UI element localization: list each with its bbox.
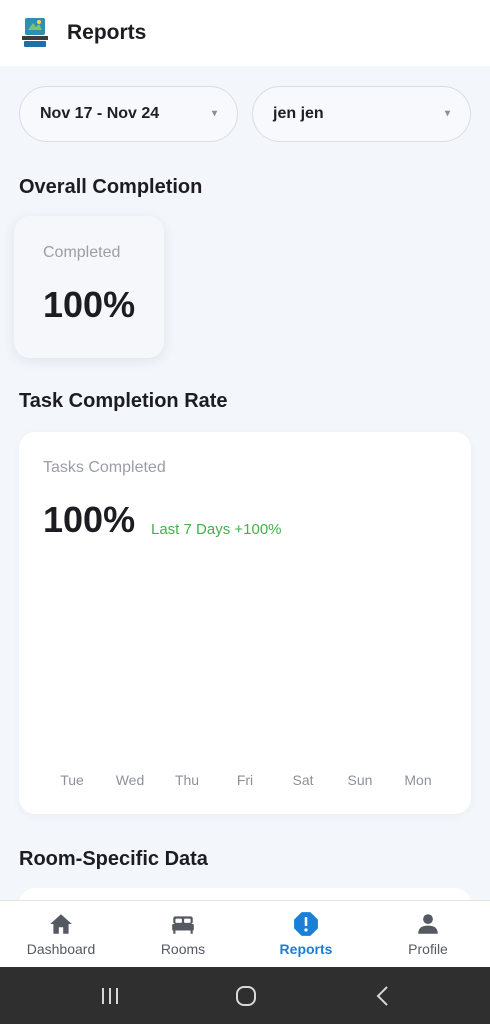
- nav-rooms[interactable]: Rooms: [122, 901, 244, 968]
- nav-reports-label: Reports: [279, 941, 333, 957]
- bottom-nav: Dashboard Rooms Reports Profile: [0, 900, 490, 967]
- overall-completion-title: Overall Completion: [19, 176, 203, 198]
- nav-rooms-label: Rooms: [160, 941, 206, 957]
- system-nav-bar: [0, 967, 490, 1024]
- nav-reports[interactable]: Reports: [245, 901, 367, 968]
- person-icon: [418, 914, 438, 934]
- home-button-icon[interactable]: [233, 983, 259, 1009]
- date-range-value: Nov 17 - Nov 24: [40, 105, 160, 122]
- completed-label: Completed: [43, 244, 121, 261]
- page-title: Reports: [67, 21, 147, 44]
- trend-text: Last 7 Days +100%: [151, 521, 282, 538]
- day-label: Wed: [115, 772, 145, 788]
- bed-icon: [172, 916, 194, 934]
- home-icon: [50, 914, 72, 934]
- task-completion-card: Tasks Completed 100% Last 7 Days +100% T…: [19, 432, 471, 814]
- nav-profile-label: Profile: [408, 941, 448, 957]
- user-select[interactable]: jen jen ▾: [252, 86, 471, 142]
- completed-value: 100%: [43, 284, 136, 325]
- day-label: Tue: [60, 772, 84, 788]
- tasks-completed-value: 100%: [43, 499, 136, 540]
- nav-profile[interactable]: Profile: [367, 901, 489, 968]
- nav-dashboard-label: Dashboard: [26, 941, 96, 957]
- date-range-select[interactable]: Nov 17 - Nov 24 ▾: [19, 86, 238, 142]
- tasks-completed-label: Tasks Completed: [43, 459, 166, 476]
- recent-apps-icon[interactable]: [97, 983, 123, 1009]
- day-label: Fri: [236, 772, 254, 788]
- completed-card: Completed 100%: [14, 216, 164, 358]
- app-bar: Reports: [0, 0, 490, 66]
- user-value: jen jen: [273, 105, 324, 122]
- day-label: Sun: [347, 772, 373, 788]
- chevron-down-icon: ▾: [444, 108, 450, 119]
- back-icon[interactable]: [370, 983, 396, 1009]
- room-specific-title: Room-Specific Data: [19, 848, 208, 870]
- child-care-clean-logo: [22, 18, 48, 48]
- alert-octagon-icon: [294, 912, 318, 936]
- chevron-down-icon: ▾: [211, 108, 217, 119]
- task-completion-title: Task Completion Rate: [19, 390, 228, 412]
- day-label: Thu: [174, 772, 200, 788]
- day-label: Mon: [404, 772, 432, 788]
- filters-row: Nov 17 - Nov 24 ▾ jen jen ▾: [19, 86, 471, 142]
- day-label: Sat: [292, 772, 314, 788]
- nav-dashboard[interactable]: Dashboard: [0, 901, 122, 968]
